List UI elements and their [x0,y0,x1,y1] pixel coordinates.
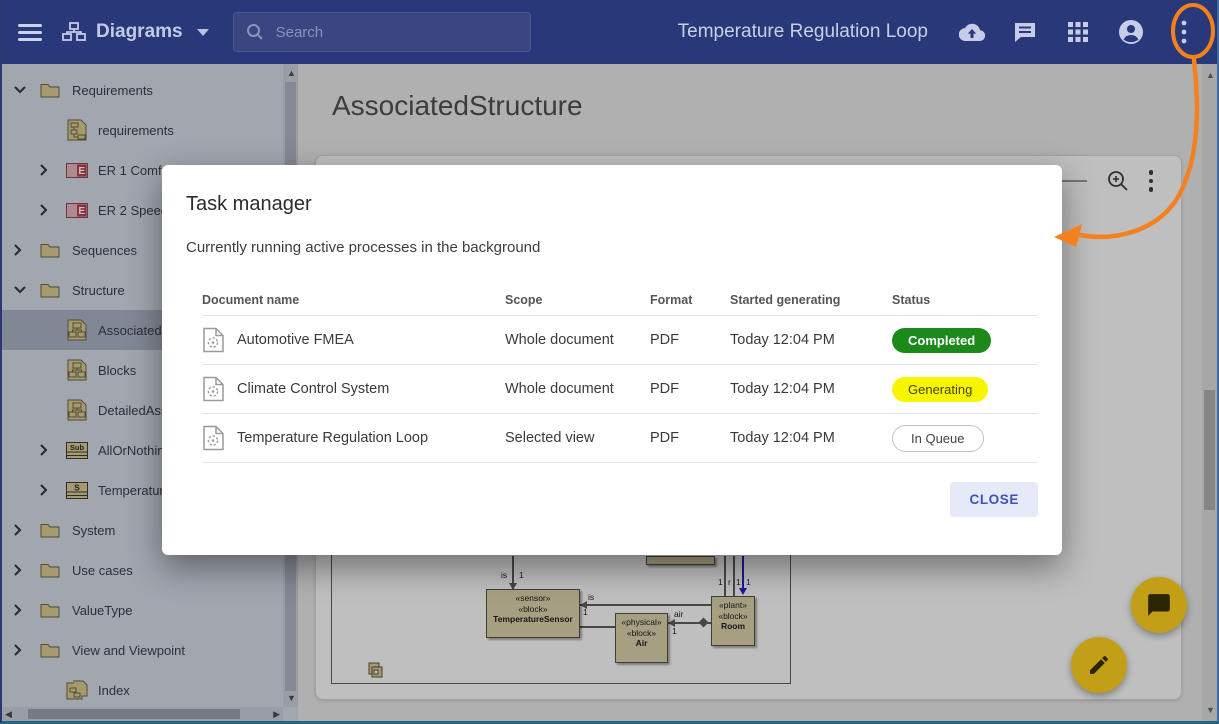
task-manager-dialog: Task manager Currently running active pr… [162,165,1062,555]
search-input[interactable] [276,24,496,41]
close-button[interactable]: CLOSE [950,482,1038,517]
chevron-down-icon [197,29,209,36]
status-badge: In Queue [892,425,984,452]
status-badge: Generating [892,377,988,402]
table-row: Automotive FMEA Whole document PDF Today… [202,316,1038,365]
diagrams-menu-label: Diagrams [96,21,183,43]
status-badge: Completed [892,328,991,353]
diagram-tree-icon [62,21,86,43]
document-generation-icon [202,376,225,402]
table-row: Temperature Regulation Loop Selected vie… [202,414,1038,463]
top-bar: Diagrams Temperature Regulation Loop [2,0,1217,64]
dialog-title: Task manager [186,193,1038,216]
search-box[interactable] [233,12,531,52]
document-generation-icon [202,425,225,451]
cloud-upload-icon[interactable] [959,19,985,45]
user-account-icon[interactable] [1118,19,1144,45]
diagrams-menu[interactable]: Diagrams [62,21,209,43]
app-window: Diagrams Temperature Regulation Loop [0,0,1219,724]
document-generation-icon [202,327,225,353]
search-icon [246,23,264,41]
table-row: Climate Control System Whole document PD… [202,365,1038,414]
dialog-subtitle: Currently running active processes in th… [186,239,1038,256]
apps-grid-icon[interactable] [1065,19,1091,45]
table-header-row: Document name Scope Format Started gener… [202,284,1038,316]
more-options-icon[interactable] [1171,19,1197,45]
hamburger-menu-icon[interactable] [18,20,42,45]
comments-icon[interactable] [1012,19,1038,45]
tasks-table: Document name Scope Format Started gener… [186,284,1038,463]
document-title: Temperature Regulation Loop [678,21,928,43]
